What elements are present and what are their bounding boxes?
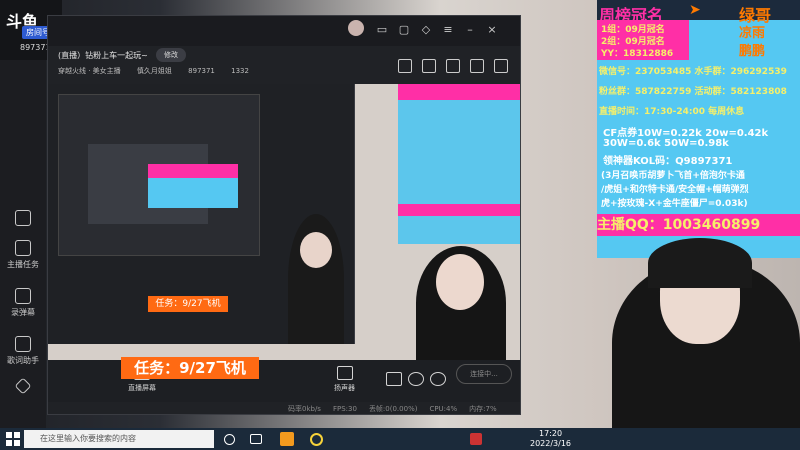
eye-icon <box>408 372 424 386</box>
nested-overlay <box>148 164 238 178</box>
bottom-toolbar: 直播屏幕 扬声器 <box>48 360 520 402</box>
sidebar-item-other[interactable] <box>4 210 42 229</box>
promo-row: (3月召唤币胡萝卜飞首+倍泡尔卡通 <box>601 171 745 181</box>
cf-row: CF点券10W=0.22k 20w=0.42k <box>603 128 769 139</box>
start-live-button[interactable]: 连接中... <box>456 364 512 384</box>
record-button[interactable] <box>386 372 402 389</box>
tool-icons <box>398 58 518 77</box>
notice-icon[interactable]: ▢ <box>398 24 410 36</box>
windows-taskbar: 在这里输入你要搜索的内容 17:20 2022/3/16 <box>0 428 800 450</box>
cf-row-2: 30W=0.6k 50W=0.98k <box>603 138 729 149</box>
info-overlay-panel: 周榜冠名 ➤ 绿哥 1组：09月冠名 2组：09月冠名 YY：18312886 … <box>597 0 800 258</box>
share-icon[interactable] <box>494 59 508 73</box>
windows-start-icon[interactable] <box>6 432 20 446</box>
sidebar-item-danmu[interactable]: 录弹幕 <box>4 288 42 318</box>
tray-app-icon[interactable] <box>470 433 482 445</box>
sidebar-item-tasks[interactable]: 主播任务 <box>4 240 42 270</box>
rank-name: 鹏鹏 <box>739 44 766 59</box>
fans-row: 粉丝群：587822759 活动群：582123808 <box>599 87 787 97</box>
nested-info-panel <box>398 84 520 244</box>
speaker-button[interactable]: 扬声器 <box>334 366 355 393</box>
stream-preview: 任务：9/27飞机 <box>48 84 520 360</box>
arrow-icon: ➤ <box>689 2 701 18</box>
taskbar-clock[interactable]: 17:20 2022/3/16 <box>530 429 571 449</box>
edit-title-button[interactable]: 修改 <box>156 48 186 62</box>
sidebar-item-more[interactable] <box>4 377 42 395</box>
taskbar-search-input[interactable]: 在这里输入你要搜索的内容 <box>24 430 214 448</box>
streamer-face <box>436 254 484 310</box>
box-icon[interactable] <box>446 59 460 73</box>
share-icon <box>14 377 32 395</box>
app-icon[interactable] <box>280 432 294 446</box>
viewer-count: 1332 <box>231 67 249 75</box>
sidebar-item-lyrics[interactable]: 歌词助手 <box>4 336 42 366</box>
settings-icon <box>430 372 446 386</box>
lyrics-icon <box>15 336 31 352</box>
room-id: 897371 <box>20 43 51 52</box>
message-icon[interactable]: ▭ <box>376 24 388 36</box>
obs-icon[interactable] <box>310 433 323 446</box>
settings-button[interactable] <box>430 372 446 389</box>
gift-icon[interactable] <box>398 59 412 73</box>
wechat-row: 微信号：237053485 水手群：296292539 <box>599 67 787 77</box>
minimize-icon[interactable]: – <box>464 24 476 36</box>
bell-icon[interactable] <box>470 59 484 73</box>
stream-title: (直播）钻粉上车一起玩~ <box>58 51 148 60</box>
nested-task-banner: 任务：9/27飞机 <box>148 296 228 312</box>
rank-name: 凉雨 <box>739 26 766 41</box>
room-number: 897371 <box>188 67 215 75</box>
stream-tags: 穿越火线 · 美女主播 慎久月姐姐 897371 1332 <box>58 66 263 76</box>
qq-row: 主播QQ：1003460899 <box>597 214 800 236</box>
streamer-name: 慎久月姐姐 <box>136 67 172 75</box>
close-icon[interactable]: × <box>486 24 498 36</box>
lock-icon[interactable] <box>422 59 436 73</box>
cortana-icon[interactable] <box>224 434 235 445</box>
danmu-icon <box>15 288 31 304</box>
task-banner: 任务：9/27飞机 <box>121 357 259 379</box>
skin-icon[interactable]: ◇ <box>420 24 432 36</box>
nested-overlay <box>148 178 238 208</box>
rank-row: YY：18312886 <box>601 49 674 59</box>
promo-row: /虎姐+和尔特卡通/安全帽+帽萌弹烈 <box>601 185 749 195</box>
chat-icon <box>15 210 31 226</box>
streamer-face <box>300 232 332 268</box>
douyu-logo: 斗鱼 <box>6 12 39 31</box>
avatar[interactable] <box>348 20 364 36</box>
status-bar: 码率0kb/s FPS:30 丢帧:0(0.00%) CPU:4% 内存:7% <box>288 405 497 413</box>
speaker-icon <box>336 366 353 380</box>
task-view-icon[interactable] <box>250 434 262 444</box>
record-icon <box>386 372 402 386</box>
streaming-window: ▭ ▢ ◇ ≡ – × (直播）钻粉上车一起玩~ 修改 穿越火线 · 美女主播 … <box>47 15 521 415</box>
category-tag[interactable]: 穿越火线 · 美女主播 <box>58 67 121 75</box>
time-row: 直播时间：17:30-24:00 每周休息 <box>599 107 745 117</box>
eye-button[interactable] <box>408 372 424 389</box>
streamer-hair <box>648 238 752 288</box>
menu-icon[interactable]: ≡ <box>442 24 454 36</box>
task-icon <box>15 240 31 256</box>
kol-row: 领神器KOL码：Q9897371 <box>603 156 733 167</box>
nested-preview: 任务：9/27飞机 <box>48 84 355 344</box>
outer-sidebar: 主播任务 录弹幕 歌词助手 <box>0 0 46 428</box>
promo-row: 虎+按玫瑰-X+金牛座僵尸=0.03k) <box>601 199 748 209</box>
